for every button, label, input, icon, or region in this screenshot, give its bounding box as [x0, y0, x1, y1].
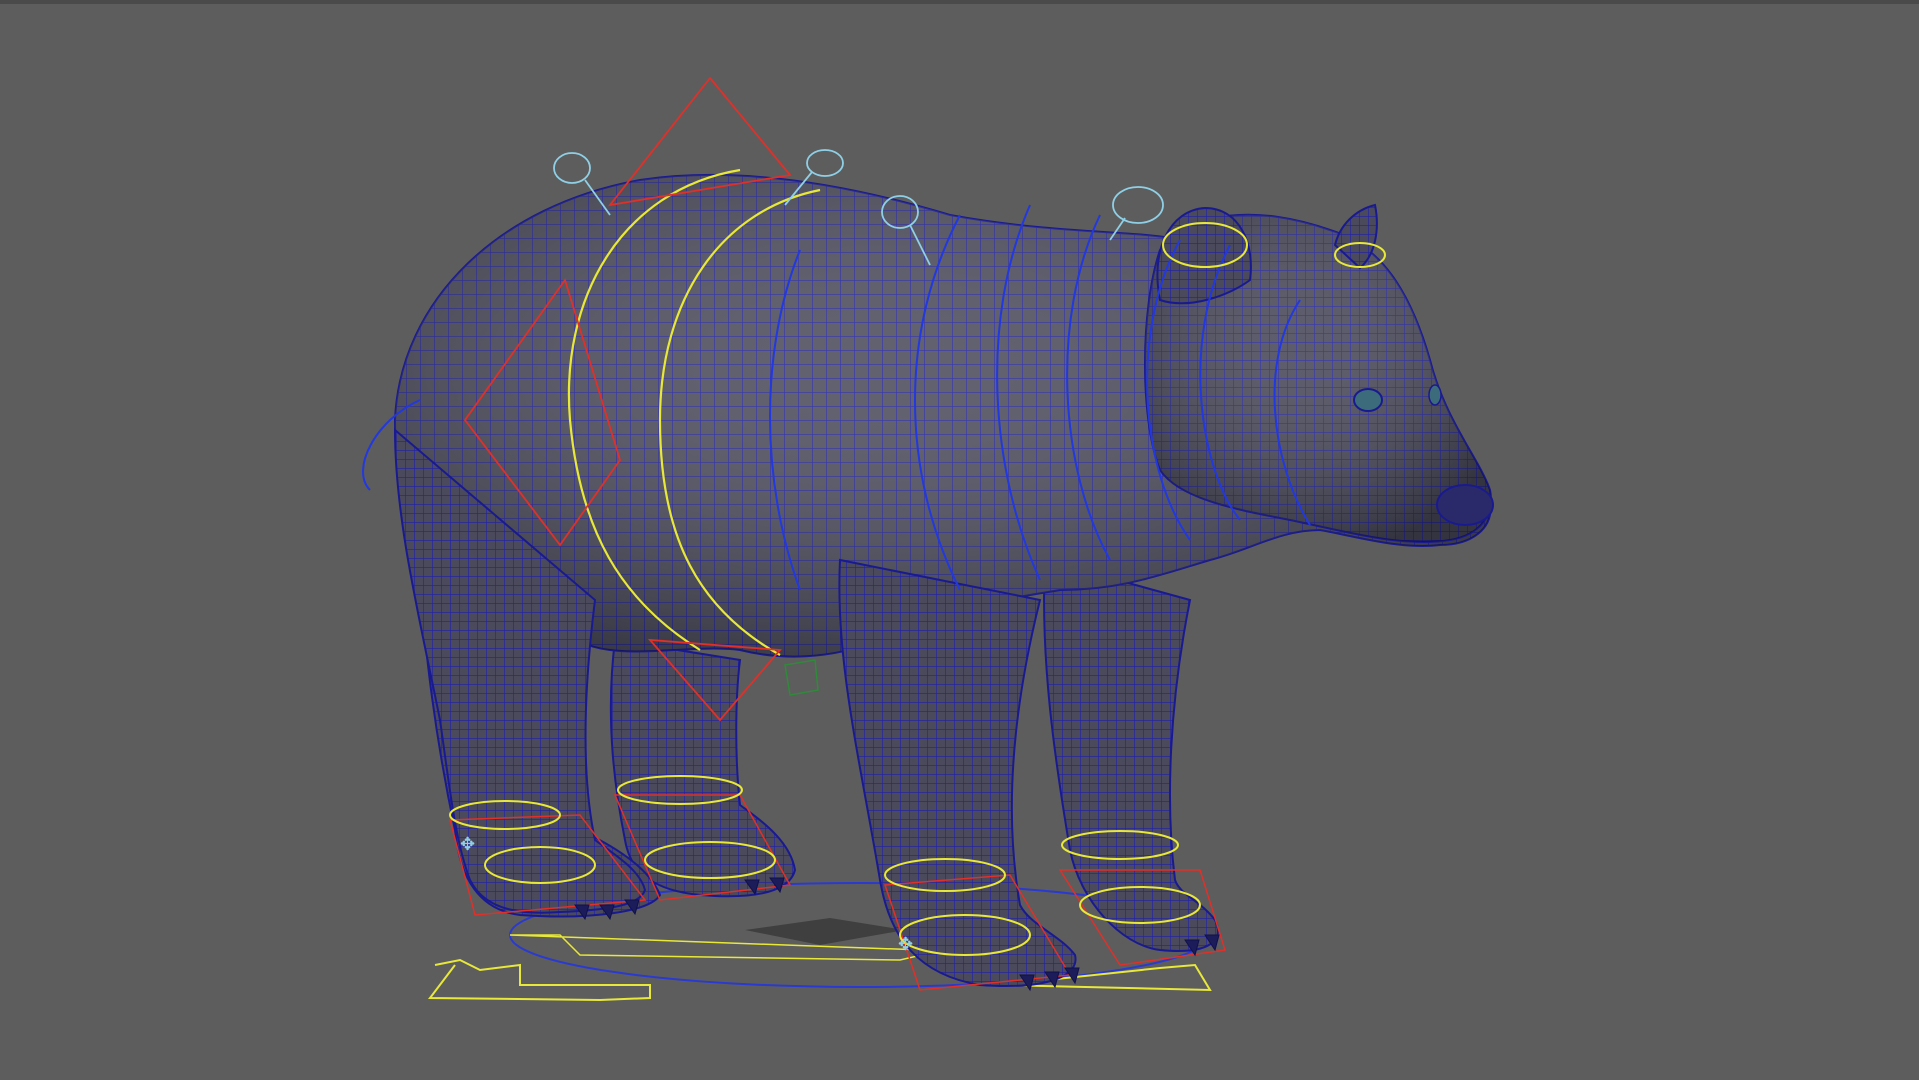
3d-viewport[interactable]: ✥ ✥: [0, 0, 1919, 1080]
bear-eye-left: [1353, 388, 1383, 412]
ground-shadow: [745, 918, 905, 945]
foot-pivot-icon-front: ✥: [898, 934, 913, 954]
bear-leg-back-left[interactable]: [609, 638, 797, 898]
foot-pivot-icon: ✥: [460, 834, 475, 854]
bear-leg-front-near[interactable]: [838, 558, 1077, 987]
bear-leg-front-far[interactable]: [1043, 558, 1219, 952]
bear-nose: [1436, 484, 1494, 526]
viewport-scene[interactable]: ✥ ✥: [0, 0, 1919, 1080]
pivot-control[interactable]: [784, 659, 819, 696]
root-arrow-control[interactable]: [428, 958, 651, 1002]
bear-eye-right: [1428, 384, 1442, 406]
